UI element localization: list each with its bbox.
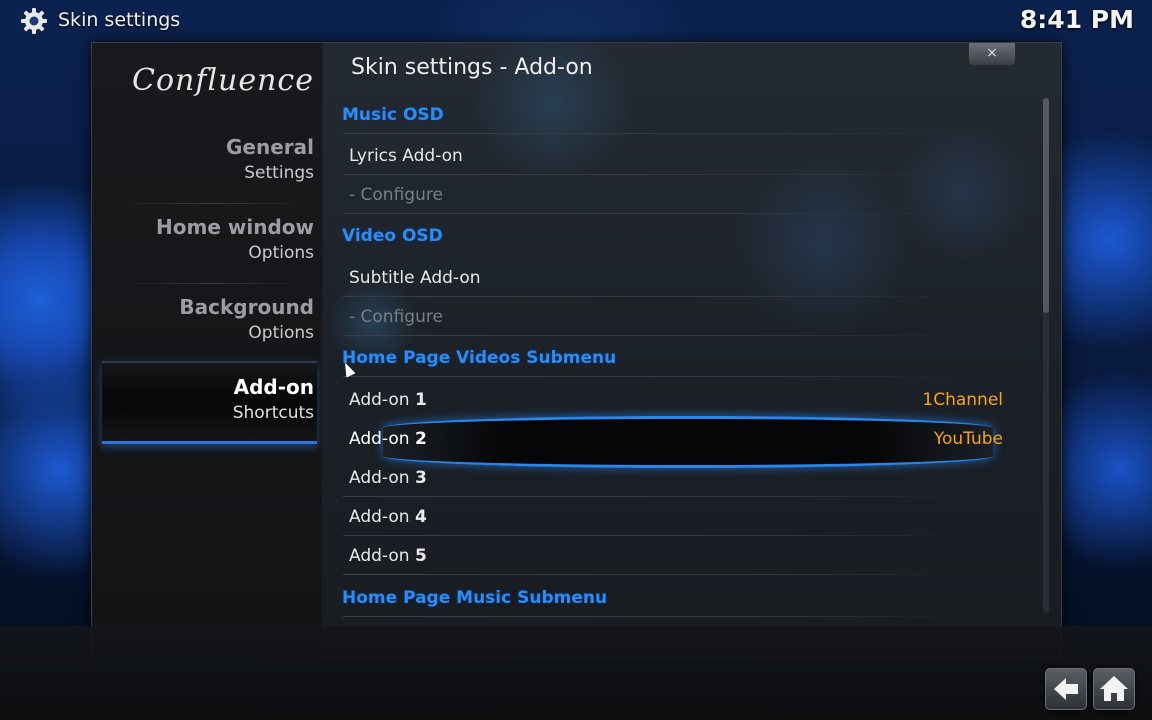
sidebar-item-label: Background bbox=[179, 295, 314, 319]
sidebar-item-sublabel: Settings bbox=[244, 163, 314, 183]
sidebar-item-background[interactable]: Background Options bbox=[92, 295, 314, 373]
back-button[interactable] bbox=[1045, 668, 1087, 710]
divider bbox=[343, 213, 963, 214]
setting-addon-1[interactable]: Add-on 1 1Channel bbox=[323, 381, 1023, 419]
setting-label: Add-on 4 bbox=[349, 507, 427, 527]
sidebar-item-general[interactable]: General Settings bbox=[92, 135, 314, 213]
setting-configure-lyrics[interactable]: - Configure bbox=[323, 176, 1023, 214]
home-icon bbox=[1100, 676, 1128, 701]
setting-label: Add-on 1 bbox=[349, 390, 427, 410]
confluence-logo: Confluence bbox=[132, 63, 314, 98]
divider bbox=[343, 174, 963, 175]
setting-label: Subtitle Add-on bbox=[349, 268, 481, 288]
setting-label: - Configure bbox=[349, 307, 443, 327]
section-header: Video OSD bbox=[323, 217, 1023, 255]
divider bbox=[112, 283, 312, 284]
section-label: Music OSD bbox=[342, 105, 444, 125]
divider bbox=[343, 616, 963, 617]
divider bbox=[343, 133, 963, 134]
setting-label: Add-on 5 bbox=[349, 546, 427, 566]
divider bbox=[112, 203, 312, 204]
divider bbox=[343, 376, 963, 377]
gear-icon bbox=[21, 8, 47, 34]
divider bbox=[343, 535, 963, 536]
clock: 8:41 PM bbox=[1019, 5, 1134, 34]
setting-addon-5[interactable]: Add-on 5 bbox=[323, 537, 1023, 575]
top-bar: Skin settings 8:41 PM bbox=[0, 0, 1152, 42]
window-title: Skin settings bbox=[58, 9, 181, 31]
divider bbox=[343, 574, 963, 575]
divider bbox=[343, 335, 963, 336]
section-label: Home Page Music Submenu bbox=[342, 588, 608, 608]
setting-label: Lyrics Add-on bbox=[349, 146, 463, 166]
setting-addon-2[interactable]: Add-on 2 YouTube bbox=[323, 416, 1023, 468]
sidebar-item-label: General bbox=[226, 135, 314, 159]
home-button[interactable] bbox=[1093, 668, 1135, 710]
sidebar-item-home-window[interactable]: Home window Options bbox=[92, 215, 314, 293]
sidebar-item-sublabel: Options bbox=[248, 323, 314, 343]
setting-value: YouTube bbox=[933, 429, 1003, 449]
section-label: Home Page Videos Submenu bbox=[342, 348, 617, 368]
setting-addon-4[interactable]: Add-on 4 bbox=[323, 498, 1023, 536]
sidebar-item-add-on[interactable]: Add-on Shortcuts bbox=[92, 375, 314, 453]
close-button[interactable]: × bbox=[969, 43, 1015, 65]
section-header: Music OSD bbox=[323, 96, 1023, 134]
setting-label: Add-on 3 bbox=[349, 468, 427, 488]
page-title: Skin settings - Add-on bbox=[351, 55, 593, 80]
bottom-bar bbox=[0, 626, 1152, 720]
section-header: Home Page Videos Submenu bbox=[323, 339, 1023, 377]
scrollbar-thumb[interactable] bbox=[1043, 98, 1049, 313]
section-label: Video OSD bbox=[342, 226, 443, 246]
divider bbox=[343, 496, 963, 497]
setting-subtitle-addon[interactable]: Subtitle Add-on bbox=[323, 259, 1023, 297]
setting-configure-subtitle[interactable]: - Configure bbox=[323, 298, 1023, 336]
setting-addon-3[interactable]: Add-on 3 bbox=[323, 459, 1023, 497]
sidebar-item-sublabel: Options bbox=[248, 243, 314, 263]
divider bbox=[343, 296, 963, 297]
sidebar-item-label: Home window bbox=[156, 215, 314, 239]
sidebar-item-sublabel: Shortcuts bbox=[232, 403, 314, 423]
setting-label: - Configure bbox=[349, 185, 443, 205]
sidebar: Confluence General Settings Home window … bbox=[92, 43, 322, 659]
setting-label: Add-on 2 bbox=[349, 429, 427, 449]
setting-lyrics-addon[interactable]: Lyrics Add-on bbox=[323, 137, 1023, 175]
settings-content: Skin settings - Add-on Music OSD Lyrics … bbox=[323, 43, 1061, 659]
skin-settings-dialog: Confluence General Settings Home window … bbox=[91, 42, 1062, 660]
back-arrow-icon bbox=[1054, 678, 1078, 700]
setting-value: 1Channel bbox=[922, 390, 1003, 410]
section-header: Home Page Music Submenu bbox=[323, 579, 1023, 617]
scrollbar[interactable] bbox=[1043, 98, 1049, 613]
sidebar-item-label: Add-on bbox=[233, 375, 314, 399]
